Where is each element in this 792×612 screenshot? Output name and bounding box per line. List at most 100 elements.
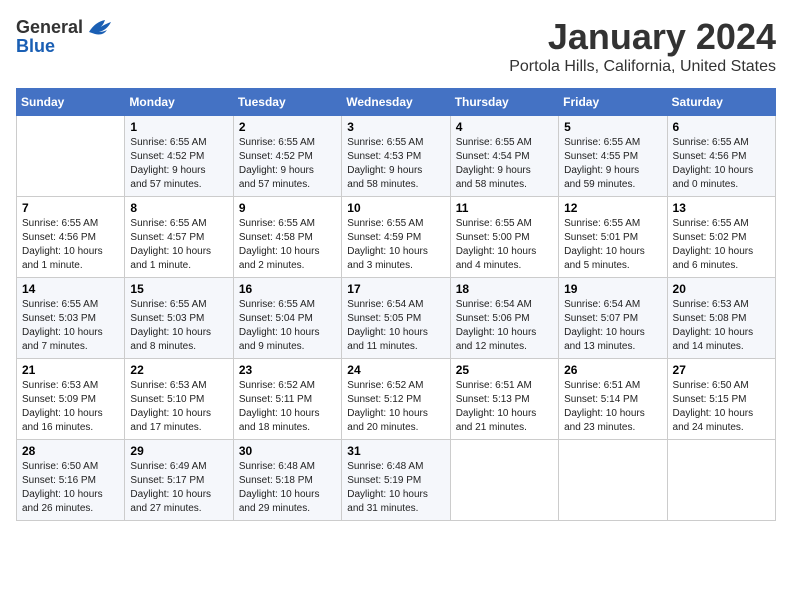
week-row-5: 28 Sunrise: 6:50 AMSunset: 5:16 PMDayligh… (17, 440, 776, 521)
day-number: 14 (22, 282, 119, 296)
day-info: Sunrise: 6:55 AMSunset: 4:59 PMDaylight:… (347, 217, 444, 273)
calendar-cell: 27Sunrise: 6:50 AMSunset: 5:15 PMDayligh… (667, 359, 775, 440)
calendar-cell: 7 Sunrise: 6:55 AMSunset: 4:56 PMDaylight… (17, 197, 125, 278)
day-number: 29 (130, 444, 227, 458)
calendar-cell: 15 Sunrise: 6:55 AMSunset: 5:03 PMDayligh… (125, 278, 233, 359)
day-info: Sunrise: 6:55 AMSunset: 4:52 PMDaylight:… (239, 136, 336, 192)
calendar-header-row: SundayMondayTuesdayWednesdayThursdayFrid… (17, 89, 776, 116)
logo-general-text: General (16, 17, 83, 38)
logo-blue-text: Blue (16, 36, 55, 57)
day-number: 23 (239, 363, 336, 377)
calendar-cell: 1Sunrise: 6:55 AMSunset: 4:52 PMDaylight… (125, 116, 233, 197)
day-info: Sunrise: 6:55 AMSunset: 4:55 PMDaylight:… (564, 136, 661, 192)
day-number: 20 (673, 282, 770, 296)
header-tuesday: Tuesday (233, 89, 341, 116)
calendar-cell: 14 Sunrise: 6:55 AMSunset: 5:03 PMDayligh… (17, 278, 125, 359)
day-info: Sunrise: 6:55 AMSunset: 5:01 PMDaylight:… (564, 217, 661, 273)
day-number: 7 (22, 201, 119, 215)
calendar-cell: 19 Sunrise: 6:54 AMSunset: 5:07 PMDayligh… (559, 278, 667, 359)
title-area: January 2024 Portola Hills, California, … (509, 16, 776, 76)
day-info: Sunrise: 6:54 AMSunset: 5:07 PMDaylight:… (564, 298, 661, 354)
day-info: Sunrise: 6:50 AMSunset: 5:16 PMDaylight:… (22, 460, 119, 516)
day-number: 6 (673, 120, 770, 134)
header-friday: Friday (559, 89, 667, 116)
week-row-3: 14 Sunrise: 6:55 AMSunset: 5:03 PMDayligh… (17, 278, 776, 359)
calendar-cell (450, 440, 558, 521)
calendar-cell: 25 Sunrise: 6:51 AMSunset: 5:13 PMDayligh… (450, 359, 558, 440)
calendar-cell: 13 Sunrise: 6:55 AMSunset: 5:02 PMDayligh… (667, 197, 775, 278)
calendar-cell (559, 440, 667, 521)
day-info: Sunrise: 6:48 AMSunset: 5:18 PMDaylight:… (239, 460, 336, 516)
day-info: Sunrise: 6:51 AMSunset: 5:13 PMDaylight:… (456, 379, 553, 435)
calendar-cell: 20 Sunrise: 6:53 AMSunset: 5:08 PMDayligh… (667, 278, 775, 359)
day-info: Sunrise: 6:55 AMSunset: 4:58 PMDaylight:… (239, 217, 336, 273)
calendar-cell: 17 Sunrise: 6:54 AMSunset: 5:05 PMDayligh… (342, 278, 450, 359)
header-thursday: Thursday (450, 89, 558, 116)
week-row-1: 1 Sunrise: 6:55 AMSunset: 4:52 PMDaylight… (17, 116, 776, 197)
day-number: 1 (130, 120, 227, 134)
calendar-cell: 4 Sunrise: 6:55 AMSunset: 4:54 PMDaylight… (450, 116, 558, 197)
day-info: Sunrise: 6:53 AMSunset: 5:08 PMDaylight:… (673, 298, 770, 354)
day-info: Sunrise: 6:48 AMSunset: 5:19 PMDaylight:… (347, 460, 444, 516)
month-title: January 2024 (509, 16, 776, 58)
day-info: Sunrise: 6:54 AMSunset: 5:05 PMDaylight:… (347, 298, 444, 354)
day-number: 2 (239, 120, 336, 134)
day-info: Sunrise: 6:50 AMSunset: 5:15 PMDaylight:… (673, 379, 770, 435)
calendar-cell: 8Sunrise: 6:55 AMSunset: 4:57 PMDaylight… (125, 197, 233, 278)
day-number: 31 (347, 444, 444, 458)
week-row-2: 7 Sunrise: 6:55 AMSunset: 4:56 PMDaylight… (17, 197, 776, 278)
header: General Blue January 2024 Portola Hills,… (16, 16, 776, 76)
logo-bird-icon (85, 16, 113, 38)
day-number: 10 (347, 201, 444, 215)
calendar-cell: 29 Sunrise: 6:49 AMSunset: 5:17 PMDayligh… (125, 440, 233, 521)
day-number: 9 (239, 201, 336, 215)
day-number: 3 (347, 120, 444, 134)
calendar-cell: 5Sunrise: 6:55 AMSunset: 4:55 PMDaylight… (559, 116, 667, 197)
day-info: Sunrise: 6:52 AMSunset: 5:12 PMDaylight:… (347, 379, 444, 435)
day-number: 13 (673, 201, 770, 215)
day-info: Sunrise: 6:52 AMSunset: 5:11 PMDaylight:… (239, 379, 336, 435)
calendar-cell (17, 116, 125, 197)
day-number: 12 (564, 201, 661, 215)
calendar-cell: 30 Sunrise: 6:48 AMSunset: 5:18 PMDayligh… (233, 440, 341, 521)
day-info: Sunrise: 6:54 AMSunset: 5:06 PMDaylight:… (456, 298, 553, 354)
day-number: 25 (456, 363, 553, 377)
day-info: Sunrise: 6:53 AMSunset: 5:09 PMDaylight:… (22, 379, 119, 435)
calendar-cell: 2 Sunrise: 6:55 AMSunset: 4:52 PMDaylight… (233, 116, 341, 197)
day-info: Sunrise: 6:49 AMSunset: 5:17 PMDaylight:… (130, 460, 227, 516)
day-number: 8 (130, 201, 227, 215)
day-number: 21 (22, 363, 119, 377)
day-info: Sunrise: 6:55 AMSunset: 5:02 PMDaylight:… (673, 217, 770, 273)
day-number: 4 (456, 120, 553, 134)
day-info: Sunrise: 6:55 AMSunset: 5:00 PMDaylight:… (456, 217, 553, 273)
day-number: 28 (22, 444, 119, 458)
calendar-cell: 16Sunrise: 6:55 AMSunset: 5:04 PMDayligh… (233, 278, 341, 359)
calendar-cell: 9 Sunrise: 6:55 AMSunset: 4:58 PMDaylight… (233, 197, 341, 278)
calendar-cell: 11 Sunrise: 6:55 AMSunset: 5:00 PMDayligh… (450, 197, 558, 278)
week-row-4: 21 Sunrise: 6:53 AMSunset: 5:09 PMDayligh… (17, 359, 776, 440)
calendar-table: SundayMondayTuesdayWednesdayThursdayFrid… (16, 88, 776, 521)
calendar-cell: 6 Sunrise: 6:55 AMSunset: 4:56 PMDaylight… (667, 116, 775, 197)
header-saturday: Saturday (667, 89, 775, 116)
day-info: Sunrise: 6:55 AMSunset: 5:03 PMDaylight:… (130, 298, 227, 354)
day-number: 30 (239, 444, 336, 458)
day-number: 22 (130, 363, 227, 377)
day-info: Sunrise: 6:51 AMSunset: 5:14 PMDaylight:… (564, 379, 661, 435)
day-info: Sunrise: 6:55 AMSunset: 4:53 PMDaylight:… (347, 136, 444, 192)
day-number: 26 (564, 363, 661, 377)
day-info: Sunrise: 6:55 AMSunset: 5:03 PMDaylight:… (22, 298, 119, 354)
calendar-cell: 31 Sunrise: 6:48 AMSunset: 5:19 PMDayligh… (342, 440, 450, 521)
day-number: 15 (130, 282, 227, 296)
header-monday: Monday (125, 89, 233, 116)
calendar-cell: 10 Sunrise: 6:55 AMSunset: 4:59 PMDayligh… (342, 197, 450, 278)
calendar-cell: 28 Sunrise: 6:50 AMSunset: 5:16 PMDayligh… (17, 440, 125, 521)
logo: General Blue (16, 16, 113, 57)
day-number: 11 (456, 201, 553, 215)
day-info: Sunrise: 6:55 AMSunset: 4:56 PMDaylight:… (22, 217, 119, 273)
calendar-cell: 18Sunrise: 6:54 AMSunset: 5:06 PMDayligh… (450, 278, 558, 359)
day-info: Sunrise: 6:55 AMSunset: 4:56 PMDaylight:… (673, 136, 770, 192)
day-number: 17 (347, 282, 444, 296)
day-number: 24 (347, 363, 444, 377)
day-info: Sunrise: 6:55 AMSunset: 4:54 PMDaylight:… (456, 136, 553, 192)
day-number: 19 (564, 282, 661, 296)
